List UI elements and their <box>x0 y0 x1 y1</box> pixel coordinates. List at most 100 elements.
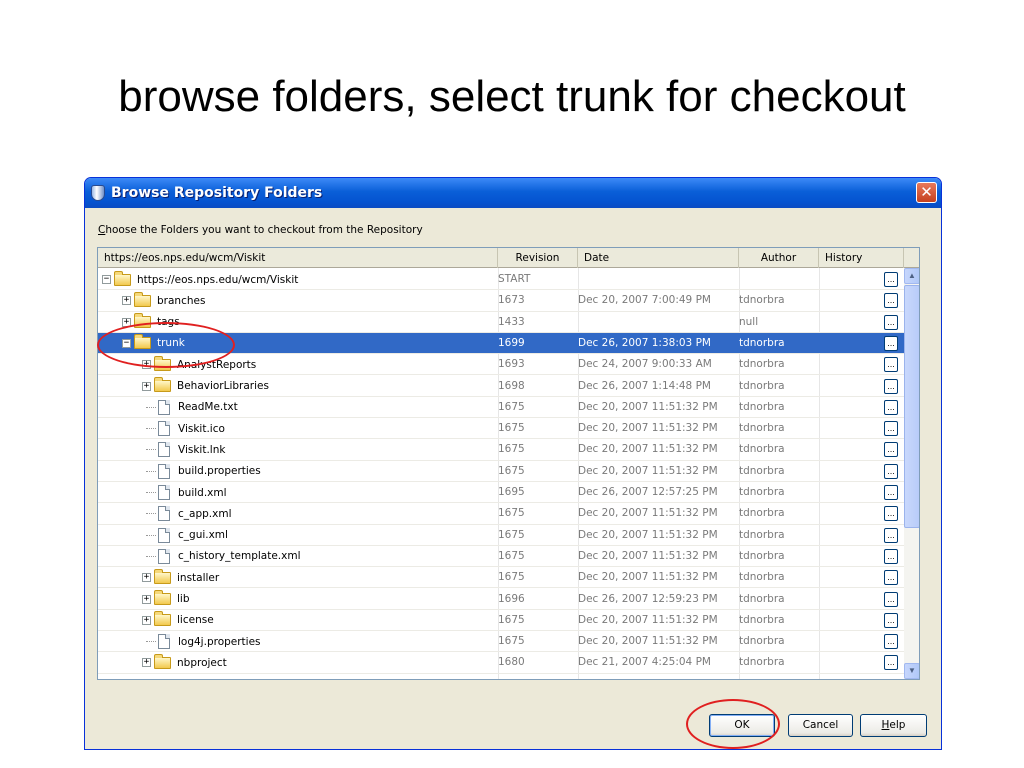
revision-cell: 1675 <box>498 443 525 456</box>
node-name: build.properties <box>178 465 261 478</box>
history-button[interactable]: ... <box>884 357 898 373</box>
author-cell: tdnorbra <box>739 400 785 413</box>
author-cell: tdnorbra <box>739 507 785 520</box>
revision-cell: 1675 <box>498 528 525 541</box>
table-row[interactable]: + AnalystReports 1693 Dec 24, 2007 9:00:33 … <box>98 354 904 376</box>
date-cell: Dec 20, 2007 11:51:32 PM <box>578 635 718 648</box>
expand-icon[interactable]: + <box>122 296 131 306</box>
table-row[interactable]: Viskit.lnk 1675 Dec 20, 2007 11:51:32 PM td… <box>98 439 904 461</box>
file-icon <box>158 463 170 479</box>
history-button[interactable]: ... <box>884 272 898 287</box>
browse-repository-dialog: Browse Repository Folders ✕ Choose the F… <box>84 177 942 750</box>
table-row[interactable]: ReadMe.txt 1675 Dec 20, 2007 11:51:32 PM td… <box>98 397 904 419</box>
history-button[interactable]: ... <box>884 421 898 437</box>
expand-icon[interactable]: + <box>142 573 151 583</box>
table-row[interactable]: c_gui.xml 1675 Dec 20, 2007 11:51:32 PM tdn… <box>98 525 904 546</box>
table-row[interactable]: log4j.properties 1675 Dec 20, 2007 11:51:3… <box>98 631 904 653</box>
date-cell: Dec 20, 2007 11:51:32 PM <box>578 422 718 435</box>
scroll-down-button[interactable]: ▼ <box>904 663 919 679</box>
author-cell: tdnorbra <box>739 358 785 371</box>
revision-cell: 1675 <box>498 400 525 413</box>
table-row[interactable]: + branches 1673 Dec 20, 2007 7:00:49 PM tdno… <box>98 290 904 312</box>
expand-icon[interactable]: + <box>142 594 151 604</box>
column-header-name[interactable]: https://eos.nps.edu/wcm/Viskit <box>98 248 498 268</box>
history-button[interactable]: ... <box>884 591 898 607</box>
folder-icon <box>134 313 151 329</box>
expand-icon[interactable]: + <box>142 381 151 391</box>
folder-icon <box>154 568 171 584</box>
node-name: trunk <box>157 337 185 350</box>
table-row[interactable]: Viskit.ico 1675 Dec 20, 2007 11:51:32 PM td… <box>98 418 904 440</box>
tree-node: build.properties <box>142 461 261 482</box>
folder-icon <box>114 270 131 286</box>
table-row[interactable]: − https://eos.nps.edu/wcm/Viskit START... <box>98 269 904 291</box>
author-cell: null <box>739 315 759 328</box>
table-row[interactable]: build.xml 1695 Dec 26, 2007 12:57:25 PM tdn… <box>98 482 904 504</box>
expand-icon[interactable]: + <box>142 360 151 370</box>
history-button[interactable]: ... <box>884 293 898 309</box>
column-header-author[interactable]: Author <box>739 248 819 268</box>
author-cell: tdnorbra <box>739 443 785 456</box>
expand-icon[interactable]: + <box>142 658 151 668</box>
column-header-date[interactable]: Date <box>578 248 739 268</box>
table-row[interactable]: c_history_template.xml 1675 Dec 20, 2007 1… <box>98 546 904 568</box>
history-button[interactable]: ... <box>884 527 898 543</box>
collapse-icon[interactable]: − <box>122 338 131 348</box>
close-button[interactable]: ✕ <box>916 182 937 203</box>
history-button[interactable]: ... <box>884 442 898 458</box>
table-row[interactable]: c_app.xml 1675 Dec 20, 2007 11:51:32 PM tdn… <box>98 503 904 525</box>
node-name: lib <box>177 593 190 605</box>
file-icon <box>158 399 170 415</box>
folder-icon <box>154 377 171 392</box>
node-name: c_app.xml <box>178 507 232 520</box>
table-row[interactable]: + BehaviorLibraries 1698 Dec 26, 2007 1:14:… <box>98 376 904 397</box>
history-button[interactable]: ... <box>884 314 898 330</box>
author-cell: tdnorbra <box>739 486 785 498</box>
table-row[interactable]: − trunk 1699 Dec 26, 2007 1:38:03 PM tdnorbr… <box>98 332 904 355</box>
column-header-revision[interactable]: Revision <box>498 248 578 268</box>
history-button[interactable]: ... <box>884 548 898 564</box>
history-button[interactable]: ... <box>884 399 898 415</box>
folder-icon <box>154 590 171 605</box>
column-header-history[interactable]: History <box>819 248 904 268</box>
history-button[interactable]: ... <box>884 378 898 394</box>
tree-node: + license <box>142 610 214 631</box>
history-button[interactable]: ... <box>884 485 898 500</box>
history-button[interactable]: ... <box>884 463 898 479</box>
history-button[interactable]: ... <box>884 634 898 650</box>
help-button[interactable]: Help <box>860 714 927 737</box>
tree-node: log4j.properties <box>142 631 261 652</box>
dialog-title: Browse Repository Folders <box>111 185 323 201</box>
folders-tree-table: https://eos.nps.edu/wcm/Viskit Revision … <box>97 247 920 680</box>
file-icon <box>158 421 170 437</box>
history-button[interactable]: ... <box>884 570 898 586</box>
cancel-button[interactable]: Cancel <box>788 714 853 737</box>
instruction-label: Choose the Folders you want to checkout … <box>98 224 423 236</box>
history-button[interactable]: ... <box>884 506 898 522</box>
history-button[interactable]: ... <box>884 335 898 351</box>
expand-icon[interactable]: + <box>142 615 151 625</box>
table-row[interactable]: + nbproject 1680 Dec 21, 2007 4:25:04 PM tdn… <box>98 652 904 674</box>
ok-button[interactable]: OK <box>709 714 775 737</box>
scrollbar-thumb[interactable] <box>904 285 919 528</box>
table-row[interactable]: + license 1675 Dec 20, 2007 11:51:32 PM tdno… <box>98 610 904 632</box>
vertical-scrollbar[interactable]: ▲ ▼ <box>904 268 919 679</box>
table-row[interactable]: build.properties 1675 Dec 20, 2007 11:51:3… <box>98 461 904 482</box>
revision-cell: 1698 <box>498 379 525 392</box>
expand-icon[interactable]: + <box>122 317 131 327</box>
date-cell: Dec 20, 2007 11:51:32 PM <box>578 549 718 562</box>
history-button[interactable]: ... <box>884 655 898 671</box>
dialog-titlebar[interactable]: Browse Repository Folders ✕ <box>85 178 941 208</box>
node-name: https://eos.nps.edu/wcm/Viskit <box>137 273 299 286</box>
date-cell <box>578 312 738 333</box>
table-row[interactable]: + tags 1433 null... <box>98 312 904 333</box>
folder-icon <box>134 334 151 350</box>
date-cell: Dec 26, 2007 12:59:23 PM <box>578 592 718 605</box>
scroll-up-button[interactable]: ▲ <box>904 268 919 284</box>
table-row[interactable]: + installer 1675 Dec 20, 2007 11:51:32 PM td… <box>98 567 904 589</box>
date-cell: Dec 21, 2007 4:25:04 PM <box>578 656 711 669</box>
file-icon <box>158 634 170 650</box>
history-button[interactable]: ... <box>884 612 898 628</box>
table-row[interactable]: + lib 1696 Dec 26, 2007 12:59:23 PM tdnorbra… <box>98 589 904 610</box>
collapse-icon[interactable]: − <box>102 275 111 284</box>
